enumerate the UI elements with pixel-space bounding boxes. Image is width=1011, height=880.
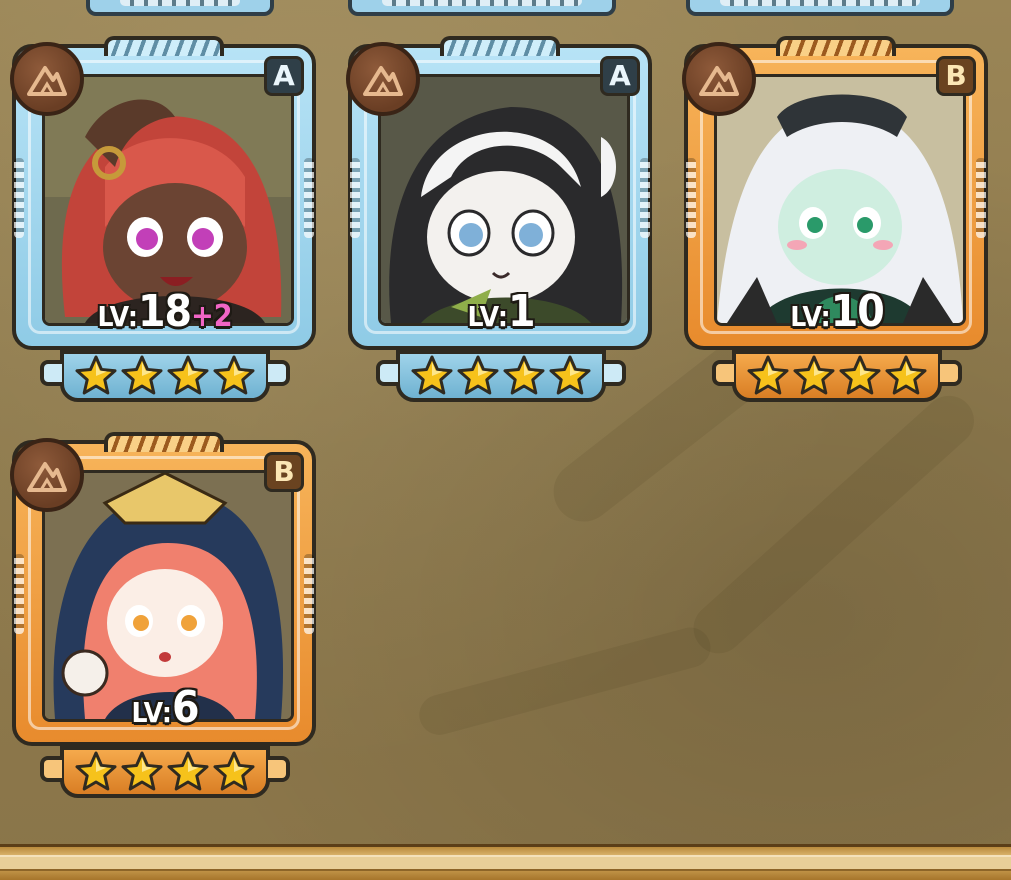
hero-card[interactable]: A LV:18+2	[8, 36, 322, 408]
rank-badge: A	[264, 56, 304, 96]
element-mountain-icon	[346, 42, 420, 116]
hero-level: LV:6	[131, 682, 199, 733]
background-crack	[683, 385, 985, 664]
star-icon	[75, 751, 117, 791]
star-icon	[213, 751, 255, 791]
element-mountain-icon	[10, 438, 84, 512]
hero-level: LV:1	[467, 286, 535, 337]
star-rating	[40, 350, 290, 402]
element-mountain-icon	[682, 42, 756, 116]
star-rating	[712, 350, 962, 402]
rank-badge: B	[264, 452, 304, 492]
element-mountain-icon	[10, 42, 84, 116]
star-icon	[885, 355, 927, 395]
star-icon	[747, 355, 789, 395]
star-rating	[40, 746, 290, 798]
hero-collection-screen: A LV:18+2 A LV:1 B LV:10 B LV:6	[0, 0, 1011, 880]
star-icon	[213, 355, 255, 395]
star-icon	[167, 751, 209, 791]
star-icon	[167, 355, 209, 395]
background-crack	[414, 623, 715, 740]
hero-level: LV:10	[790, 286, 885, 337]
star-icon	[793, 355, 835, 395]
hero-card-partial[interactable]	[686, 0, 954, 16]
bottom-frame-bar	[0, 844, 1011, 880]
hero-card[interactable]: B LV:6	[8, 432, 322, 804]
star-rating	[376, 350, 626, 402]
star-icon	[121, 355, 163, 395]
star-icon	[457, 355, 499, 395]
star-icon	[503, 355, 545, 395]
star-icon	[75, 355, 117, 395]
star-icon	[839, 355, 881, 395]
level-bonus: +2	[191, 299, 233, 334]
hero-card[interactable]: B LV:10	[680, 36, 994, 408]
rank-badge: A	[600, 56, 640, 96]
star-icon	[549, 355, 591, 395]
hero-card-partial[interactable]	[86, 0, 274, 16]
star-icon	[411, 355, 453, 395]
hero-card-partial[interactable]	[348, 0, 616, 16]
hero-card[interactable]: A LV:1	[344, 36, 658, 408]
hero-level: LV:18+2	[97, 286, 233, 337]
rank-badge: B	[936, 56, 976, 96]
star-icon	[121, 751, 163, 791]
